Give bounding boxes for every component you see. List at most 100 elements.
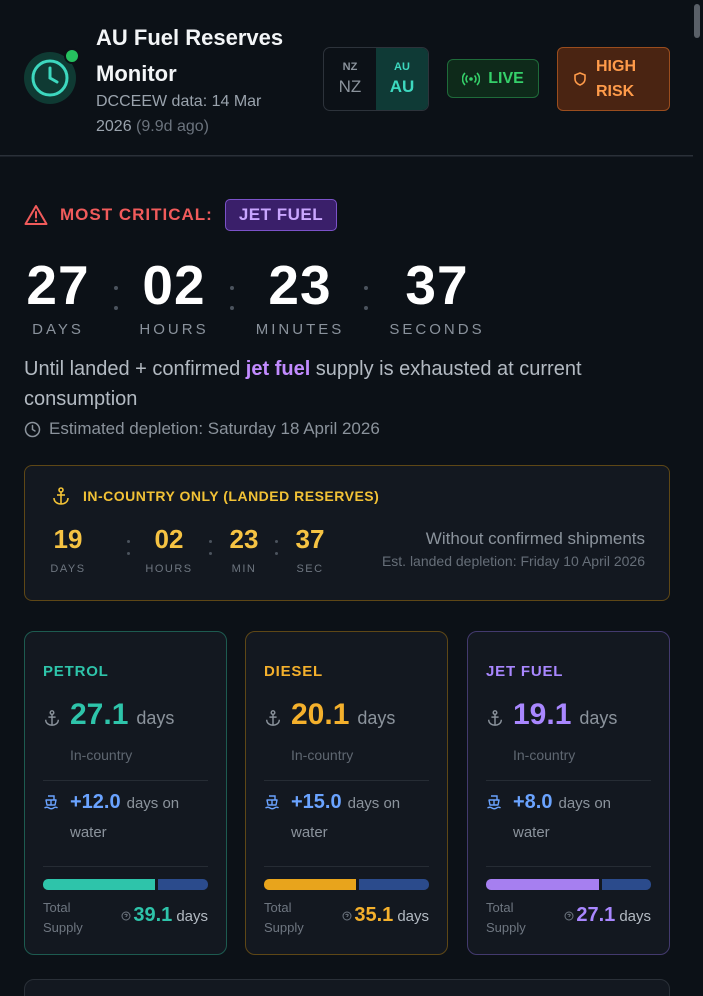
countdown-minutes: 23 MINUTES	[255, 254, 345, 338]
days-unit: days	[136, 708, 175, 728]
days-unit: days	[579, 708, 618, 728]
total-supply-label: Total Supply	[43, 900, 83, 935]
anchor-icon	[265, 710, 281, 726]
header: AU Fuel Reserves Monitor DCCEEW data: 14…	[0, 0, 693, 160]
shield-icon	[574, 72, 586, 86]
total-supply: 35.1 days	[342, 904, 429, 927]
ic-hours: 02 HOURS	[145, 524, 193, 575]
clock-icon	[24, 421, 41, 437]
region-option-nz[interactable]: NZ NZ	[324, 48, 376, 110]
supply-bar-in-country	[264, 879, 356, 890]
fuel-card-petrol: PETROL 27.1 days In-country +12.0 days o…	[24, 631, 227, 955]
anchor-icon	[53, 487, 69, 505]
in-country-countdown: 19 DAYS 02 HOURS 23 MIN 37 SEC	[43, 522, 333, 582]
help-icon[interactable]	[121, 911, 131, 921]
fuel-card-diesel: DIESEL 20.1 days In-country +15.0 days o…	[245, 631, 448, 955]
ship-icon	[265, 795, 279, 810]
header-divider	[0, 155, 693, 157]
anchor-icon	[44, 710, 60, 726]
estimated-depletion: Estimated depletion: Saturday 18 April 2…	[24, 417, 380, 441]
days-unit: days	[357, 708, 396, 728]
fuel-name: DIESEL	[264, 663, 323, 680]
in-country-title: IN-COUNTRY ONLY (LANDED RESERVES)	[51, 486, 379, 506]
total-supply-value: 39.1	[133, 904, 173, 926]
countdown-hours: 02 HOURS	[139, 254, 209, 338]
ic-separator	[275, 540, 278, 564]
water-days-unit: days on	[347, 795, 401, 812]
data-source-line: DCCEEW data: 14 Mar 2026 (9.9d ago)	[96, 93, 262, 135]
anchor-icon	[487, 710, 503, 726]
in-country-days: 20.1 days	[264, 698, 395, 732]
water-days-value: +8.0	[513, 791, 553, 813]
on-water-days: +12.0 days on water	[43, 791, 213, 841]
total-supply-unit: days	[619, 908, 651, 925]
water-days-unit: days on	[126, 795, 180, 812]
on-water-days: +8.0 days on water	[486, 791, 656, 841]
total-supply-unit: days	[176, 908, 208, 925]
next-section-card	[24, 979, 670, 996]
ic-days: 19 DAYS	[50, 524, 86, 575]
divider	[43, 866, 208, 867]
clock-logo-icon	[31, 59, 69, 97]
critical-fuel-chip: JET FUEL	[224, 199, 338, 231]
app-logo	[24, 48, 80, 106]
supply-bar-on-water	[602, 879, 651, 890]
water-days-unit-2: water	[513, 824, 550, 841]
fuel-card-jet-fuel: JET FUEL 19.1 days In-country +8.0 days …	[467, 631, 670, 955]
divider	[486, 866, 651, 867]
supply-bar-in-country	[43, 879, 155, 890]
main-countdown: 27 DAYS 02 HOURS 23 MINUTES 37 SECONDS	[24, 254, 504, 344]
region-option-au[interactable]: AU AU	[376, 48, 428, 110]
divider	[43, 780, 208, 781]
supply-bar	[486, 879, 651, 890]
live-badge[interactable]: LIVE	[447, 59, 539, 98]
app-title: AU Fuel Reserves Monitor	[96, 25, 284, 86]
countdown-separator	[364, 286, 368, 316]
in-country-label: In-country	[70, 747, 133, 763]
in-country-label: In-country	[513, 747, 576, 763]
days-value: 27.1	[70, 698, 129, 731]
risk-badge: HIGH RISK	[557, 47, 670, 111]
ship-icon	[487, 795, 501, 810]
region-toggle: NZ NZ AU AU	[323, 47, 429, 111]
days-value: 19.1	[513, 698, 572, 731]
most-critical-label: MOST CRITICAL:	[60, 205, 213, 224]
countdown-separator	[230, 286, 234, 316]
divider	[264, 866, 429, 867]
ic-separator	[127, 540, 130, 564]
data-age: (9.9d ago)	[136, 118, 209, 135]
in-country-label: In-country	[291, 747, 354, 763]
most-critical-row: MOST CRITICAL: JET FUEL	[24, 199, 338, 231]
help-icon[interactable]	[564, 911, 574, 921]
supply-bar-on-water	[158, 879, 208, 890]
live-signal-icon	[462, 71, 481, 86]
water-days-unit-2: water	[291, 824, 328, 841]
divider	[264, 780, 429, 781]
total-supply-unit: days	[397, 908, 429, 925]
countdown-separator	[114, 286, 118, 316]
scrollbar-thumb[interactable]	[694, 4, 700, 38]
water-days-unit-2: water	[70, 824, 107, 841]
divider	[486, 780, 651, 781]
fuel-name: PETROL	[43, 663, 109, 680]
ic-sec: 37 SEC	[295, 524, 325, 575]
water-days-value: +12.0	[70, 791, 121, 813]
scrollbar[interactable]	[692, 0, 701, 996]
days-value: 20.1	[291, 698, 350, 731]
in-country-days: 27.1 days	[43, 698, 174, 732]
total-supply-value: 35.1	[354, 904, 394, 926]
landed-depletion-estimate: Est. landed depletion: Friday 10 April 2…	[381, 553, 645, 569]
countdown-days: 27 DAYS	[26, 254, 90, 338]
total-supply-label: Total Supply	[486, 900, 526, 935]
countdown-seconds: 37 SECONDS	[389, 254, 485, 338]
fuel-name: JET FUEL	[486, 663, 564, 680]
highlight-fuel: jet fuel	[245, 358, 311, 380]
ic-min: 23 MIN	[229, 524, 259, 575]
on-water-days: +15.0 days on water	[264, 791, 434, 841]
depletion-description: Until landed + confirmed jet fuel supply…	[24, 358, 582, 410]
ic-separator	[209, 540, 212, 564]
water-days-unit: days on	[558, 795, 612, 812]
live-label: LIVE	[488, 69, 524, 87]
help-icon[interactable]	[342, 911, 352, 921]
supply-bar	[264, 879, 429, 890]
